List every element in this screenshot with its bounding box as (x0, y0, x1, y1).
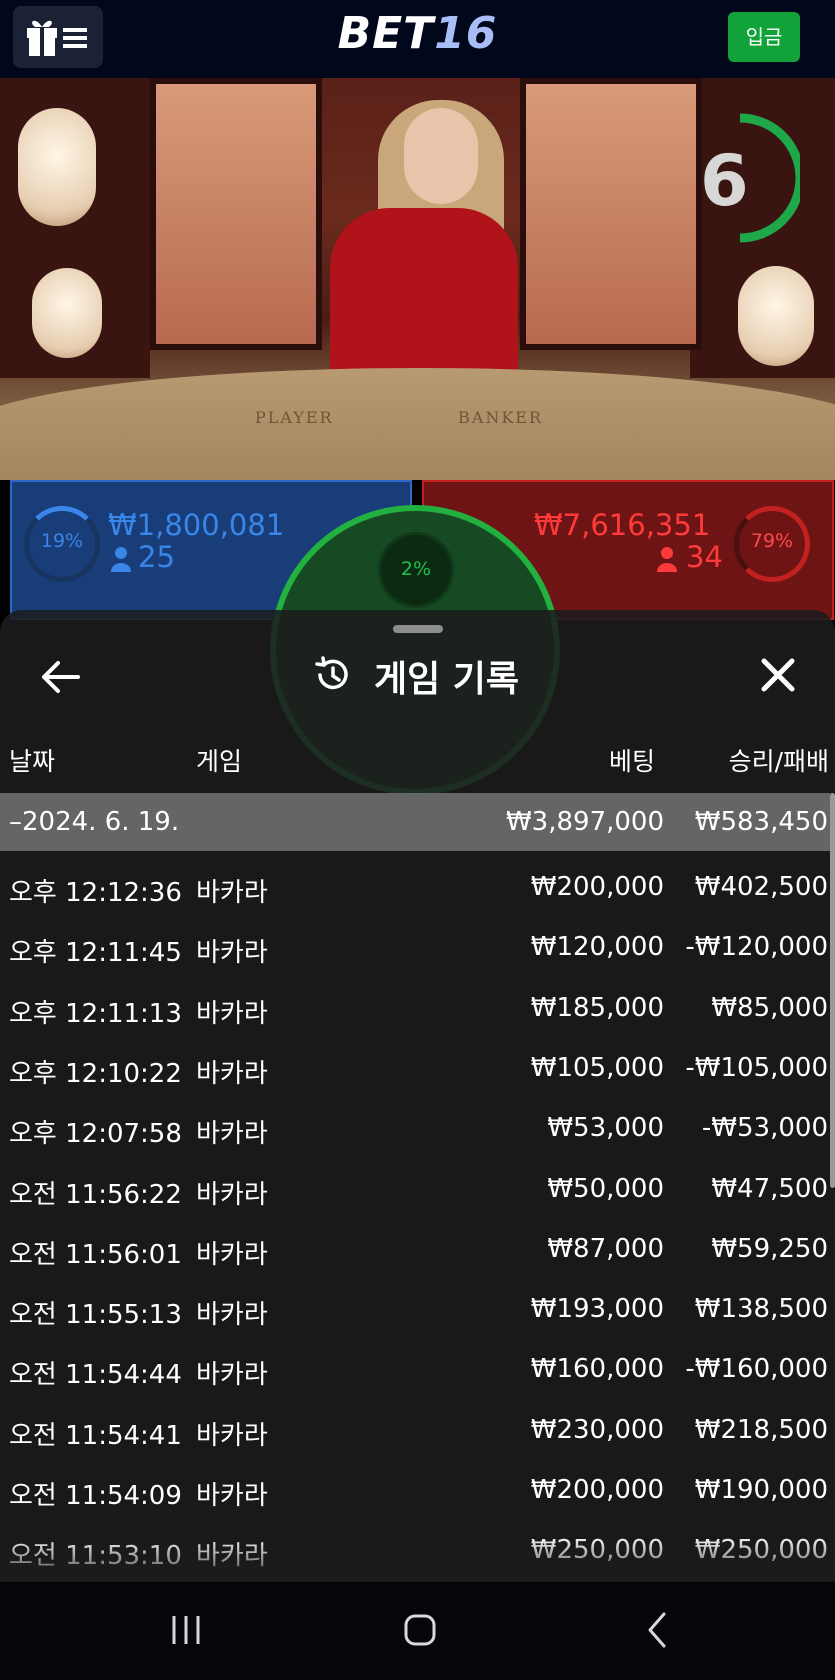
recent-apps-icon[interactable] (168, 1612, 204, 1648)
history-row[interactable]: 오후 12:07:58 바카라 ₩53,000 -₩53,000 (0, 1101, 830, 1157)
lantern-right (738, 266, 814, 366)
row-time: 오전 11:54:41 (9, 1420, 182, 1451)
banker-percent: 79% (750, 530, 794, 552)
player-count-icon (111, 547, 131, 572)
brand-logo[interactable]: BET16 (0, 8, 835, 59)
row-time: 오후 12:07:58 (9, 1119, 182, 1150)
row-game: 바카라 (196, 998, 268, 1029)
sheet-drag-handle[interactable] (393, 625, 443, 633)
table-label-player: PLAYER (255, 408, 334, 427)
row-game: 바카라 (196, 1119, 268, 1150)
history-row[interactable]: 오후 12:11:45 바카라 ₩120,000 -₩120,000 (0, 920, 830, 976)
row-bet: ₩120,000 (530, 932, 664, 963)
baccarat-table (0, 368, 835, 480)
column-game: 게임 (196, 747, 243, 776)
row-time: 오전 11:56:01 (9, 1239, 182, 1270)
lantern-left-bottom (32, 268, 102, 358)
banker-count-icon (657, 547, 677, 572)
lantern-left-top (18, 108, 96, 226)
row-result: ₩47,500 (711, 1173, 828, 1204)
row-bet: ₩53,000 (547, 1113, 664, 1144)
close-icon[interactable] (758, 655, 798, 695)
row-result: ₩138,500 (694, 1294, 828, 1325)
banker-count: 34 (686, 540, 723, 574)
row-result: -₩105,000 (685, 1052, 828, 1083)
row-game: 바카라 (196, 1179, 268, 1210)
row-result: -₩120,000 (685, 932, 828, 963)
row-game: 바카라 (196, 1058, 268, 1089)
row-bet: ₩193,000 (530, 1294, 664, 1325)
row-game: 바카라 (196, 1300, 268, 1331)
system-nav-bar (0, 1582, 835, 1680)
row-result: ₩402,500 (694, 872, 828, 902)
history-row[interactable]: 오후 12:10:22 바카라 ₩105,000 -₩105,000 (0, 1041, 830, 1097)
history-row[interactable]: 오전 11:55:13 바카라 ₩193,000 ₩138,500 (0, 1282, 830, 1338)
player-count: 25 (138, 540, 175, 574)
history-row[interactable]: 오후 12:12:36 바카라 ₩200,000 ₩402,500 (0, 860, 830, 916)
column-date: 날짜 (9, 747, 56, 776)
row-bet: ₩230,000 (530, 1414, 664, 1445)
history-row[interactable]: 오전 11:56:01 바카라 ₩87,000 ₩59,250 (0, 1222, 830, 1278)
history-row[interactable]: 오후 12:11:13 바카라 ₩185,000 ₩85,000 (0, 981, 830, 1037)
column-bet: 베팅 (608, 747, 655, 776)
window-left (150, 78, 322, 350)
row-bet: ₩160,000 (530, 1354, 664, 1385)
top-bar: BET16 입금 (0, 0, 835, 78)
row-bet: ₩200,000 (530, 872, 664, 902)
history-column-headers: 날짜 게임 베팅 승리/패배 (0, 742, 835, 782)
list-fade (0, 1535, 835, 1582)
back-nav-icon[interactable] (642, 1610, 672, 1650)
history-row[interactable]: 오전 11:54:44 바카라 ₩160,000 -₩160,000 (0, 1342, 830, 1398)
row-bet: ₩105,000 (530, 1052, 664, 1083)
deposit-button[interactable]: 입금 (728, 12, 800, 62)
arrow-left-icon[interactable] (38, 655, 82, 699)
row-game: 바카라 (196, 1239, 268, 1270)
row-bet: ₩185,000 (530, 992, 664, 1023)
date-group-row[interactable]: –2024. 6. 19. ₩3,897,000 ₩583,450 (0, 793, 830, 851)
row-bet: ₩200,000 (530, 1475, 664, 1505)
row-result: -₩160,000 (685, 1354, 828, 1385)
table-label-banker: BANKER (458, 408, 543, 427)
countdown-timer: 6 (700, 140, 749, 222)
date-group-result: ₩583,450 (694, 807, 828, 837)
row-result: ₩218,500 (694, 1414, 828, 1445)
row-game: 바카라 (196, 1420, 268, 1451)
row-time: 오후 12:12:36 (9, 878, 182, 908)
row-result: -₩53,000 (701, 1113, 828, 1144)
history-row[interactable]: 오전 11:54:41 바카라 ₩230,000 ₩218,500 (0, 1403, 830, 1459)
history-row[interactable]: 오전 11:56:22 바카라 ₩50,000 ₩47,500 (0, 1162, 830, 1218)
history-icon (315, 656, 348, 690)
history-row[interactable]: 오전 11:54:09 바카라 ₩200,000 ₩190,000 (0, 1463, 830, 1519)
row-time: 오후 12:10:22 (9, 1058, 182, 1089)
logo-number: 16 (434, 8, 498, 59)
home-icon[interactable] (400, 1610, 440, 1650)
player-percent: 19% (40, 530, 84, 552)
row-time: 오전 11:55:13 (9, 1300, 182, 1331)
column-result: 승리/패배 (728, 747, 829, 776)
tie-percent: 2% (400, 558, 432, 580)
row-result: ₩59,250 (711, 1233, 828, 1264)
row-game: 바카라 (196, 878, 268, 908)
banker-amount: ₩7,616,351 (534, 508, 711, 542)
window-right (520, 78, 702, 350)
row-game: 바카라 (196, 1481, 268, 1511)
date-group-bet: ₩3,897,000 (505, 807, 664, 837)
row-time: 오전 11:54:44 (9, 1360, 182, 1391)
row-bet: ₩87,000 (547, 1233, 664, 1264)
logo-text: BET (337, 8, 435, 59)
row-time: 오후 12:11:13 (9, 998, 182, 1029)
history-scrollbar[interactable] (830, 793, 835, 1188)
row-result: ₩85,000 (711, 992, 828, 1023)
row-result: ₩190,000 (694, 1475, 828, 1505)
row-game: 바카라 (196, 1360, 268, 1391)
row-time: 오전 11:56:22 (9, 1179, 182, 1210)
row-time: 오전 11:54:09 (9, 1481, 182, 1511)
row-time: 오후 12:11:45 (9, 938, 182, 969)
dealer-face (404, 108, 478, 204)
player-amount: ₩1,800,081 (108, 508, 285, 542)
row-game: 바카라 (196, 938, 268, 969)
row-bet: ₩50,000 (547, 1173, 664, 1204)
history-title: 게임 기록 (374, 659, 520, 700)
date-group-date: –2024. 6. 19. (9, 807, 180, 837)
